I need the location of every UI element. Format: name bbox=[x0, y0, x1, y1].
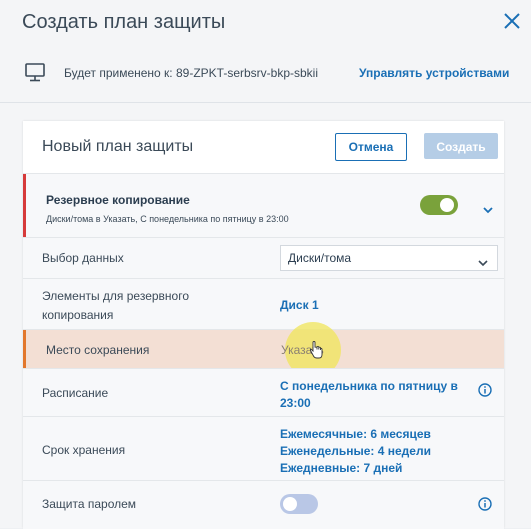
retention-row: Срок хранения Ежемесячные: 6 месяцев Еже… bbox=[23, 416, 504, 481]
hand-cursor-icon bbox=[309, 341, 323, 364]
close-icon bbox=[504, 13, 520, 29]
backup-section-title: Резервное копирование bbox=[46, 193, 190, 207]
applied-to-text: Будет применено к: 89-ZPKT-serbsrv-bkp-s… bbox=[64, 66, 319, 80]
password-row: Защита паролем bbox=[23, 480, 504, 529]
retention-monthly: Ежемесячные: 6 месяцев bbox=[280, 427, 431, 441]
toggle-knob bbox=[440, 198, 454, 212]
schedule-row: Расписание С понедельника по пятницу в 2… bbox=[23, 368, 504, 417]
chevron-down-icon[interactable] bbox=[483, 201, 493, 219]
plan-title: Новый план защиты bbox=[42, 138, 194, 155]
close-button[interactable] bbox=[501, 10, 523, 32]
retention-link[interactable]: Ежемесячные: 6 месяцев Еженедельные: 4 н… bbox=[280, 426, 480, 477]
backup-items-row: Элементы для резервного копирования Диск… bbox=[23, 278, 504, 330]
panel-title: Создать план защиты bbox=[22, 11, 226, 33]
monitor-icon bbox=[24, 61, 46, 88]
section-accent-bar bbox=[23, 174, 26, 238]
retention-daily: Ежедневные: 7 дней bbox=[280, 461, 403, 475]
destination-row[interactable]: Место сохранения Указать bbox=[23, 322, 504, 378]
info-icon[interactable] bbox=[478, 383, 492, 402]
destination-label: Место сохранения bbox=[46, 343, 150, 357]
backup-items-link[interactable]: Диск 1 bbox=[280, 298, 319, 312]
protection-plan-panel: Создать план защиты Будет применено к: 8… bbox=[0, 0, 531, 529]
destination-accent-bar bbox=[23, 330, 26, 369]
create-button[interactable]: Создать bbox=[424, 133, 498, 159]
schedule-link[interactable]: С понедельника по пятницу в 23:00 bbox=[280, 378, 460, 412]
chevron-down-icon bbox=[478, 254, 488, 272]
data-selection-dropdown[interactable]: Диски/тома bbox=[280, 245, 498, 271]
data-selection-label: Выбор данных bbox=[42, 251, 124, 265]
password-toggle[interactable] bbox=[280, 494, 318, 514]
cancel-button[interactable]: Отмена bbox=[335, 133, 407, 161]
plan-card: Новый план защиты Отмена Создать Резервн… bbox=[23, 121, 504, 529]
data-selection-row: Выбор данных Диски/тома bbox=[23, 237, 504, 279]
backup-section-header[interactable]: Резервное копирование Диски/тома в Указа… bbox=[23, 173, 504, 238]
manage-devices-link[interactable]: Управлять устройствами bbox=[359, 66, 509, 80]
data-selection-value: Диски/тома bbox=[288, 251, 352, 265]
retention-weekly: Еженедельные: 4 недели bbox=[280, 444, 431, 458]
backup-section-summary: Диски/тома в Указать, С понедельника по … bbox=[46, 214, 289, 224]
target-device-row: Будет применено к: 89-ZPKT-serbsrv-bkp-s… bbox=[0, 44, 531, 103]
schedule-label: Расписание bbox=[42, 386, 109, 400]
panel-header: Создать план защиты bbox=[0, 0, 531, 44]
info-icon[interactable] bbox=[478, 497, 492, 516]
backup-enable-toggle[interactable] bbox=[420, 195, 458, 215]
backup-items-label: Элементы для резервного копирования bbox=[42, 289, 190, 322]
retention-label: Срок хранения bbox=[42, 443, 126, 457]
toggle-knob bbox=[283, 497, 297, 511]
password-label: Защита паролем bbox=[42, 497, 137, 511]
